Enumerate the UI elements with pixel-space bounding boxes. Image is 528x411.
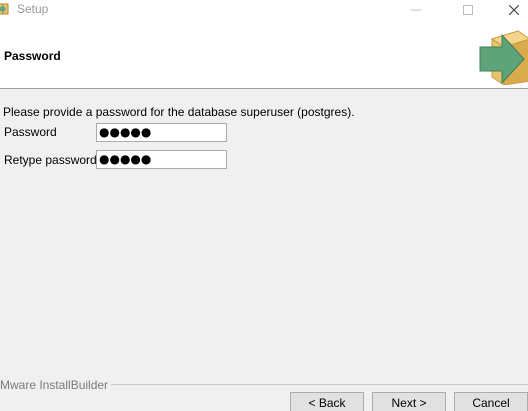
maximize-button[interactable]	[450, 0, 486, 20]
password-input[interactable]: ●●●●●	[96, 123, 227, 142]
install-box-arrow-icon	[474, 25, 528, 86]
page-title: Password	[4, 49, 61, 63]
minimize-icon	[411, 9, 421, 11]
close-button[interactable]	[496, 0, 528, 20]
next-button[interactable]: Next >	[372, 392, 446, 411]
installer-brand-label: Mware InstallBuilder	[0, 378, 112, 392]
cancel-button[interactable]: Cancel	[454, 392, 528, 411]
minimize-button[interactable]	[398, 0, 434, 20]
setup-window: Setup Password Please provide a password…	[0, 0, 528, 411]
password-label: Password	[4, 125, 57, 139]
app-icon	[0, 1, 10, 15]
back-button[interactable]: < Back	[290, 392, 364, 411]
retype-password-input[interactable]: ●●●●●	[96, 150, 227, 169]
instruction-text: Please provide a password for the databa…	[3, 105, 355, 119]
wizard-header: Password	[0, 20, 528, 89]
title-bar: Setup	[0, 0, 528, 20]
window-title: Setup	[17, 2, 49, 16]
maximize-icon	[463, 5, 473, 15]
close-icon	[509, 5, 519, 15]
retype-password-label: Retype password	[4, 153, 97, 167]
